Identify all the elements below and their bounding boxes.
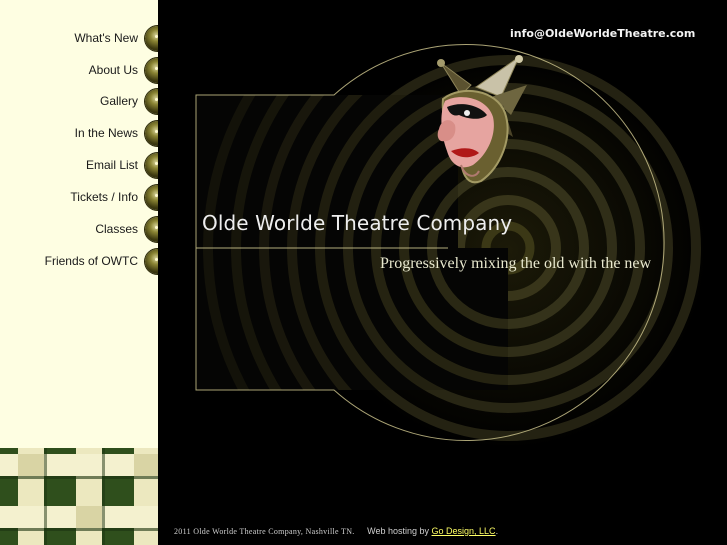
nav-orb-icon[interactable] [145, 217, 158, 242]
tagline: Progressively mixing the old with the ne… [380, 255, 652, 272]
sidebar: What's New About Us Gallery In the News … [0, 0, 158, 545]
jester-mask-icon [421, 55, 529, 190]
main-content: info@OldeWorldeTheatre.com Olde Worlde T [158, 0, 727, 545]
nav-label[interactable]: Classes [95, 222, 138, 236]
hosting-text: Web hosting by [367, 526, 429, 536]
copyright-text: 2011 Olde Worlde Theatre Company, Nashvi… [174, 527, 355, 536]
nav-label[interactable]: In the News [75, 126, 138, 140]
nav-item-tickets-info[interactable]: Tickets / Info [0, 185, 158, 211]
nav-label[interactable]: Gallery [100, 94, 138, 108]
nav-item-classes[interactable]: Classes [0, 217, 158, 243]
nav-orb-icon[interactable] [145, 153, 158, 178]
nav-orb-icon[interactable] [145, 185, 158, 210]
hosting-link[interactable]: Go Design, LLC [432, 526, 496, 536]
nav-item-in-the-news[interactable]: In the News [0, 121, 158, 147]
company-title: Olde Worlde Theatre Company [202, 211, 513, 235]
footer: 2011 Olde Worlde Theatre Company, Nashvi… [174, 526, 498, 536]
nav-label[interactable]: What's New [74, 31, 138, 45]
nav-label[interactable]: Friends of OWTC [45, 254, 138, 268]
woven-pattern-icon [0, 448, 158, 545]
nav-orb-icon[interactable] [145, 26, 158, 51]
nav-item-friends-of-owtc[interactable]: Friends of OWTC [0, 249, 158, 275]
nav-label[interactable]: About Us [89, 63, 138, 77]
nav-orb-icon[interactable] [145, 121, 158, 146]
nav-item-gallery[interactable]: Gallery [0, 89, 158, 115]
nav-item-whats-new[interactable]: What's New [0, 26, 158, 52]
nav-label[interactable]: Tickets / Info [70, 190, 138, 204]
nav-orb-icon[interactable] [145, 249, 158, 274]
nav-label[interactable]: Email List [86, 158, 138, 172]
nav-item-about-us[interactable]: About Us [0, 58, 158, 84]
nav-orb-icon[interactable] [145, 58, 158, 83]
nav-orb-icon[interactable] [145, 89, 158, 114]
nav-item-email-list[interactable]: Email List [0, 153, 158, 179]
email-link[interactable]: info@OldeWorldeTheatre.com [510, 27, 695, 40]
hosting-suffix: . [495, 526, 499, 536]
